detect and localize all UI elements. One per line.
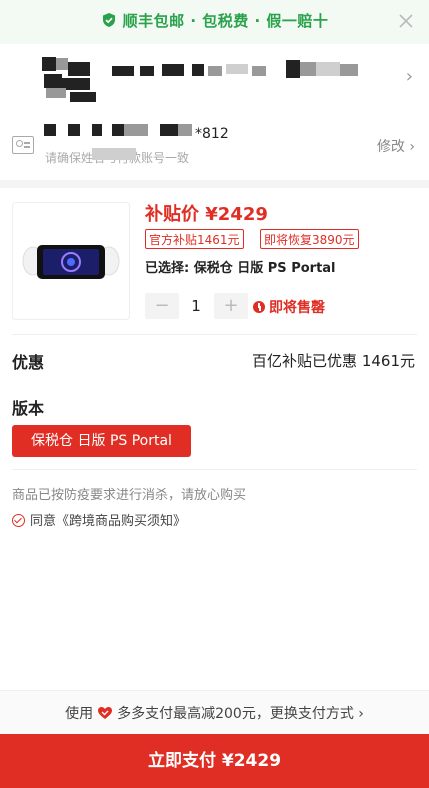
disinfection-notice: 商品已按防疫要求进行消杀，请放心购买 [12, 488, 247, 503]
edit-button[interactable]: 修改 › [377, 136, 415, 156]
price-value: ¥2429 [205, 204, 268, 225]
agree-label[interactable]: 同意《跨境商品购买须知》 [30, 514, 186, 529]
shield-check-icon [102, 13, 115, 27]
clock-icon [253, 301, 265, 313]
pay-now-button[interactable]: 立即支付 ¥2429 [0, 734, 429, 788]
official-subsidy-tag: 官方补贴1461元 [145, 229, 244, 249]
price-label: 补贴价 [145, 204, 199, 225]
pay-tip-text: 多多支付最高减200元，更换支付方式 › [117, 706, 364, 722]
price: 补贴价 ¥2429 [145, 200, 268, 226]
divider [12, 469, 417, 470]
id-card-icon [12, 136, 34, 154]
sold-out-soon: 即将售罄 [253, 297, 325, 317]
restore-price-tag: 即将恢复3890元 [260, 229, 359, 249]
discount-value: 百亿补贴已优惠 1461元 [252, 352, 415, 370]
close-icon[interactable] [397, 12, 415, 30]
banner-label: 顺丰包邮 · 包税费 · 假一赔十 [122, 12, 329, 30]
selected-variant: 已选择: 保税仓 日版 PS Portal [145, 261, 336, 276]
agree-terms[interactable]: 同意《跨境商品购买须知》 [12, 510, 186, 529]
banner-text: 顺丰包邮 · 包税费 · 假一赔十 [0, 10, 429, 31]
payment-tip[interactable]: 使用 多多支付最高减200元，更换支付方式 › [0, 703, 429, 723]
ps-portal-image [22, 245, 120, 279]
chevron-right-icon: › [409, 139, 415, 155]
edit-label: 修改 [376, 139, 405, 155]
check-circle-icon[interactable] [12, 514, 25, 527]
chevron-right-icon[interactable]: › [406, 66, 413, 87]
product-image[interactable] [12, 202, 130, 320]
phone-tail: *812 [195, 126, 229, 142]
version-option-button[interactable]: 保税仓 日版 PS Portal [12, 425, 191, 457]
divider [12, 334, 417, 335]
version-label: 版本 [12, 399, 45, 418]
discount-label: 优惠 [12, 353, 45, 372]
pay-tip-prefix: 使用 [65, 706, 94, 722]
sold-out-label: 即将售罄 [269, 300, 325, 316]
quantity-value[interactable]: 1 [180, 293, 212, 319]
quantity-minus-button[interactable]: − [145, 293, 179, 319]
quantity-plus-button[interactable]: + [214, 293, 248, 319]
pay-heart-icon [98, 707, 113, 719]
section-divider [0, 180, 429, 188]
